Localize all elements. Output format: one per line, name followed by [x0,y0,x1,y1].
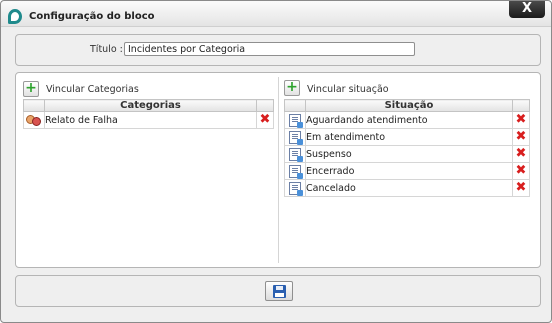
document-icon [289,130,303,145]
table-row[interactable]: Cancelado ✖ [284,179,530,197]
add-situation-button[interactable]: + [284,80,300,96]
situations-icon-header [284,99,306,112]
document-icon [289,113,303,128]
delete-icon[interactable]: ✖ [516,180,527,195]
add-category-label: Vincular Categorias [46,84,139,95]
delete-icon[interactable]: ✖ [516,146,527,161]
situation-label: Em atendimento [305,128,513,146]
categories-header: Categorias [44,99,257,112]
situation-label: Aguardando atendimento [305,111,513,129]
table-row[interactable]: Aguardando atendimento ✖ [284,111,530,129]
delete-icon[interactable]: ✖ [516,129,527,144]
close-button[interactable]: X [509,1,545,18]
main-panel: + Vincular Categorias Categorias Relato … [15,72,541,268]
situation-label: Cancelado [305,179,513,197]
footer-bar [15,275,541,307]
document-icon [289,181,303,196]
people-icon [26,114,42,127]
table-row[interactable]: Encerrado ✖ [284,162,530,180]
document-icon [289,147,303,162]
situation-label: Suspenso [305,145,513,163]
categories-table: Categorias Relato de Falha ✖ [23,99,274,129]
app-logo-icon [8,9,22,24]
title-bar: Configuração do bloco X [1,1,551,27]
dialog-title: Configuração do bloco [29,11,155,22]
situations-table: Situação Aguardando atendimento ✖ Em ate… [284,99,530,197]
delete-icon[interactable]: ✖ [260,112,271,127]
config-dialog: Configuração do bloco X Título : + Vincu… [0,0,552,323]
delete-icon[interactable]: ✖ [516,112,527,127]
table-row[interactable]: Relato de Falha ✖ [23,111,274,129]
add-category-button[interactable]: + [23,81,39,97]
panel-divider [278,77,279,263]
situation-label: Encerrado [305,162,513,180]
categories-delete-header [256,99,274,112]
situations-delete-header [512,99,530,112]
save-button[interactable] [265,281,293,301]
title-section: Título : [15,34,541,66]
add-situation-label: Vincular situação [307,84,389,95]
delete-icon[interactable]: ✖ [516,163,527,178]
category-label: Relato de Falha [44,111,257,129]
floppy-disk-icon [273,285,286,298]
situations-header: Situação [305,99,513,112]
categories-icon-header [23,99,45,112]
table-row[interactable]: Em atendimento ✖ [284,128,530,146]
document-icon [289,164,303,179]
title-input[interactable] [124,42,415,56]
table-row[interactable]: Suspenso ✖ [284,145,530,163]
title-label: Título : [90,44,123,55]
